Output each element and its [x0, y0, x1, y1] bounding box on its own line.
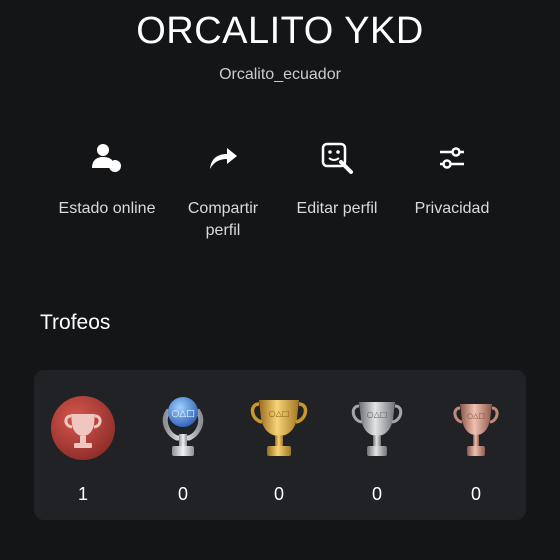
share-arrow-icon [203, 138, 243, 178]
sliders-icon [432, 138, 472, 178]
bronze-trophy-icon: ○△□ [440, 392, 512, 464]
platinum-count: 0 [177, 484, 188, 504]
svg-text:○△□: ○△□ [467, 412, 485, 420]
edit-profile-button[interactable]: Editar perfil [277, 138, 397, 220]
online-status-button[interactable]: Estado online [47, 138, 167, 220]
trophy-bronze: ○△□ 0 [436, 392, 516, 504]
bronze-count: 0 [470, 484, 481, 504]
share-profile-label: Compartir perfil [187, 200, 259, 239]
trophy-silver: ○△□ 0 [337, 392, 417, 504]
edit-profile-label: Editar perfil [296, 200, 378, 217]
online-status-label: Estado online [58, 200, 156, 217]
silver-trophy-icon: ○△□ [341, 392, 413, 464]
gold-trophy-icon: ○△□ [243, 392, 315, 464]
trophy-level: 1 [43, 392, 123, 504]
platinum-trophy-icon: ○△□ [147, 392, 219, 464]
user-status-icon [87, 138, 127, 178]
trophy-level-count: 1 [77, 484, 88, 504]
trophy-platinum: ○△□ 0 [143, 392, 223, 504]
gold-count: 0 [273, 484, 284, 504]
svg-text:○△□: ○△□ [367, 410, 388, 419]
edit-profile-icon [317, 138, 357, 178]
trophies-title: Trofeos [40, 311, 111, 334]
trophy-summary-card[interactable]: 1 ○△□ 0 ○△□ 0 ○△□ 0 ○△□ 0 [34, 370, 526, 520]
trophy-gold: ○△□ 0 [239, 392, 319, 504]
silver-count: 0 [371, 484, 382, 504]
display-name: ORCALITO YKD [136, 10, 424, 52]
profile-actions: Estado online Compartir perfil Editar pe… [0, 138, 560, 248]
svg-text:○△□: ○△□ [171, 409, 194, 419]
svg-text:○△□: ○△□ [269, 409, 290, 418]
privacy-button[interactable]: Privacidad [392, 138, 512, 220]
trophy-level-icon [47, 392, 119, 464]
online-id: Orcalito_ecuador [219, 66, 341, 83]
share-profile-button[interactable]: Compartir perfil [163, 138, 283, 242]
privacy-label: Privacidad [414, 200, 490, 217]
